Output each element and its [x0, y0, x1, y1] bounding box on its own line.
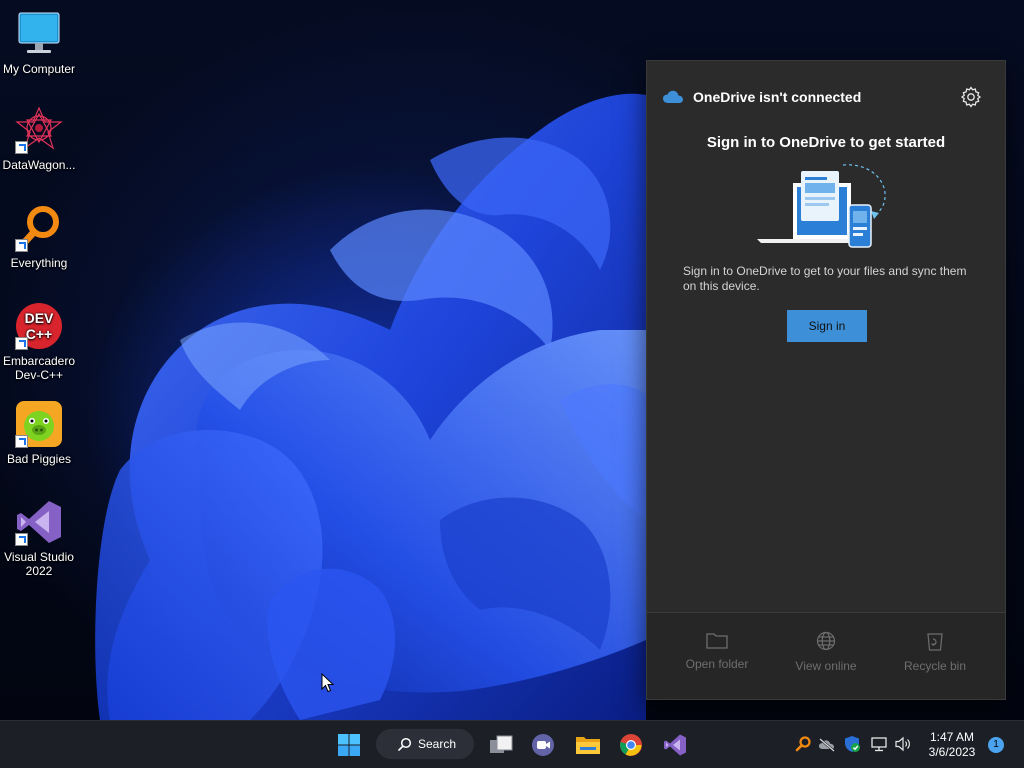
onedrive-title: OneDrive isn't connected [693, 89, 862, 105]
desktop-icon-everything[interactable]: Everything [0, 204, 78, 270]
desktop-icon-label: DataWagon... [2, 158, 76, 172]
search-icon [398, 737, 412, 751]
chrome-button[interactable] [615, 729, 647, 761]
onedrive-description: Sign in to OneDrive to get to your files… [683, 264, 967, 293]
devcpp-icon: DEV C++ [15, 302, 63, 350]
visual-studio-icon [15, 498, 63, 546]
view-online-label: View online [795, 659, 857, 673]
bad-piggies-icon [15, 400, 63, 448]
svg-text:C++: C++ [26, 326, 52, 342]
file-explorer-button[interactable] [571, 729, 603, 761]
security-shield-tray-icon[interactable] [843, 735, 861, 753]
svg-text:DEV: DEV [25, 310, 54, 326]
search-label: Search [418, 737, 457, 751]
network-tray-icon[interactable] [870, 735, 888, 753]
onedrive-heading: Sign in to OneDrive to get started [706, 134, 946, 151]
monitor-icon [15, 10, 63, 58]
start-button[interactable] [333, 729, 365, 761]
shortcut-arrow-icon [15, 337, 28, 350]
shortcut-arrow-icon [15, 435, 28, 448]
desktop-icon-label: My Computer [2, 62, 76, 76]
open-folder-label: Open folder [685, 657, 749, 671]
onedrive-sync-illustration [755, 161, 899, 257]
volume-tray-icon[interactable] [894, 735, 912, 753]
recycle-bin-icon [927, 633, 943, 651]
taskbar: Search 1:47 AM 3/6/2023 1 [0, 720, 1024, 768]
desktop-icon-label: Embarcadero Dev-C++ [2, 354, 76, 382]
recycle-bin-button[interactable]: Recycle bin [885, 631, 985, 673]
desktop-icon-my-computer[interactable]: My Computer [0, 10, 78, 76]
globe-icon [816, 631, 836, 651]
taskbar-search-button[interactable]: Search [376, 729, 474, 759]
sign-in-button[interactable]: Sign in [787, 310, 867, 342]
recycle-bin-label: Recycle bin [903, 659, 967, 673]
onedrive-cloud-icon [663, 90, 683, 103]
onedrive-flyout: OneDrive isn't connected Sign in to OneD… [646, 60, 1006, 700]
onedrive-header: OneDrive isn't connected [663, 85, 989, 109]
desktop-icon-visual-studio[interactable]: Visual Studio 2022 [0, 498, 78, 578]
shortcut-arrow-icon [15, 239, 28, 252]
desktop-icon-bad-piggies[interactable]: Bad Piggies [0, 400, 78, 466]
chat-icon [532, 734, 554, 756]
desktop-icon-label: Bad Piggies [6, 452, 72, 466]
clock-date: 3/6/2023 [928, 745, 976, 759]
clock-time: 1:47 AM [929, 730, 975, 744]
task-view-icon [490, 735, 513, 753]
teams-chat-button[interactable] [527, 729, 559, 761]
mouse-cursor-icon [321, 673, 335, 693]
desktop-icon-label: Visual Studio 2022 [4, 550, 74, 578]
chrome-icon [620, 734, 642, 756]
everything-search-icon [15, 204, 63, 252]
desktop-icon-devcpp[interactable]: DEV C++ Embarcadero Dev-C++ [0, 302, 78, 382]
visual-studio-icon [664, 734, 686, 756]
folder-icon [576, 737, 600, 754]
datawagon-icon [15, 106, 63, 154]
notification-badge[interactable]: 1 [988, 737, 1004, 753]
everything-tray-icon[interactable] [794, 735, 812, 753]
view-online-button[interactable]: View online [776, 631, 876, 673]
visual-studio-taskbar-button[interactable] [659, 729, 691, 761]
settings-gear-icon[interactable] [959, 85, 983, 109]
taskbar-clock[interactable]: 1:47 AM 3/6/2023 [924, 730, 980, 760]
task-view-button[interactable] [484, 729, 516, 761]
windows-logo-icon [338, 734, 360, 756]
onedrive-footer: Open folder View online Recycle bin [647, 612, 1005, 699]
shortcut-arrow-icon [15, 533, 28, 546]
desktop-icon-label: Everything [10, 256, 68, 270]
onedrive-offline-tray-icon[interactable] [818, 735, 836, 753]
open-folder-button[interactable]: Open folder [667, 631, 767, 671]
shortcut-arrow-icon [15, 141, 28, 154]
folder-icon [706, 633, 728, 649]
desktop-icon-datawagon[interactable]: DataWagon... [0, 106, 78, 172]
